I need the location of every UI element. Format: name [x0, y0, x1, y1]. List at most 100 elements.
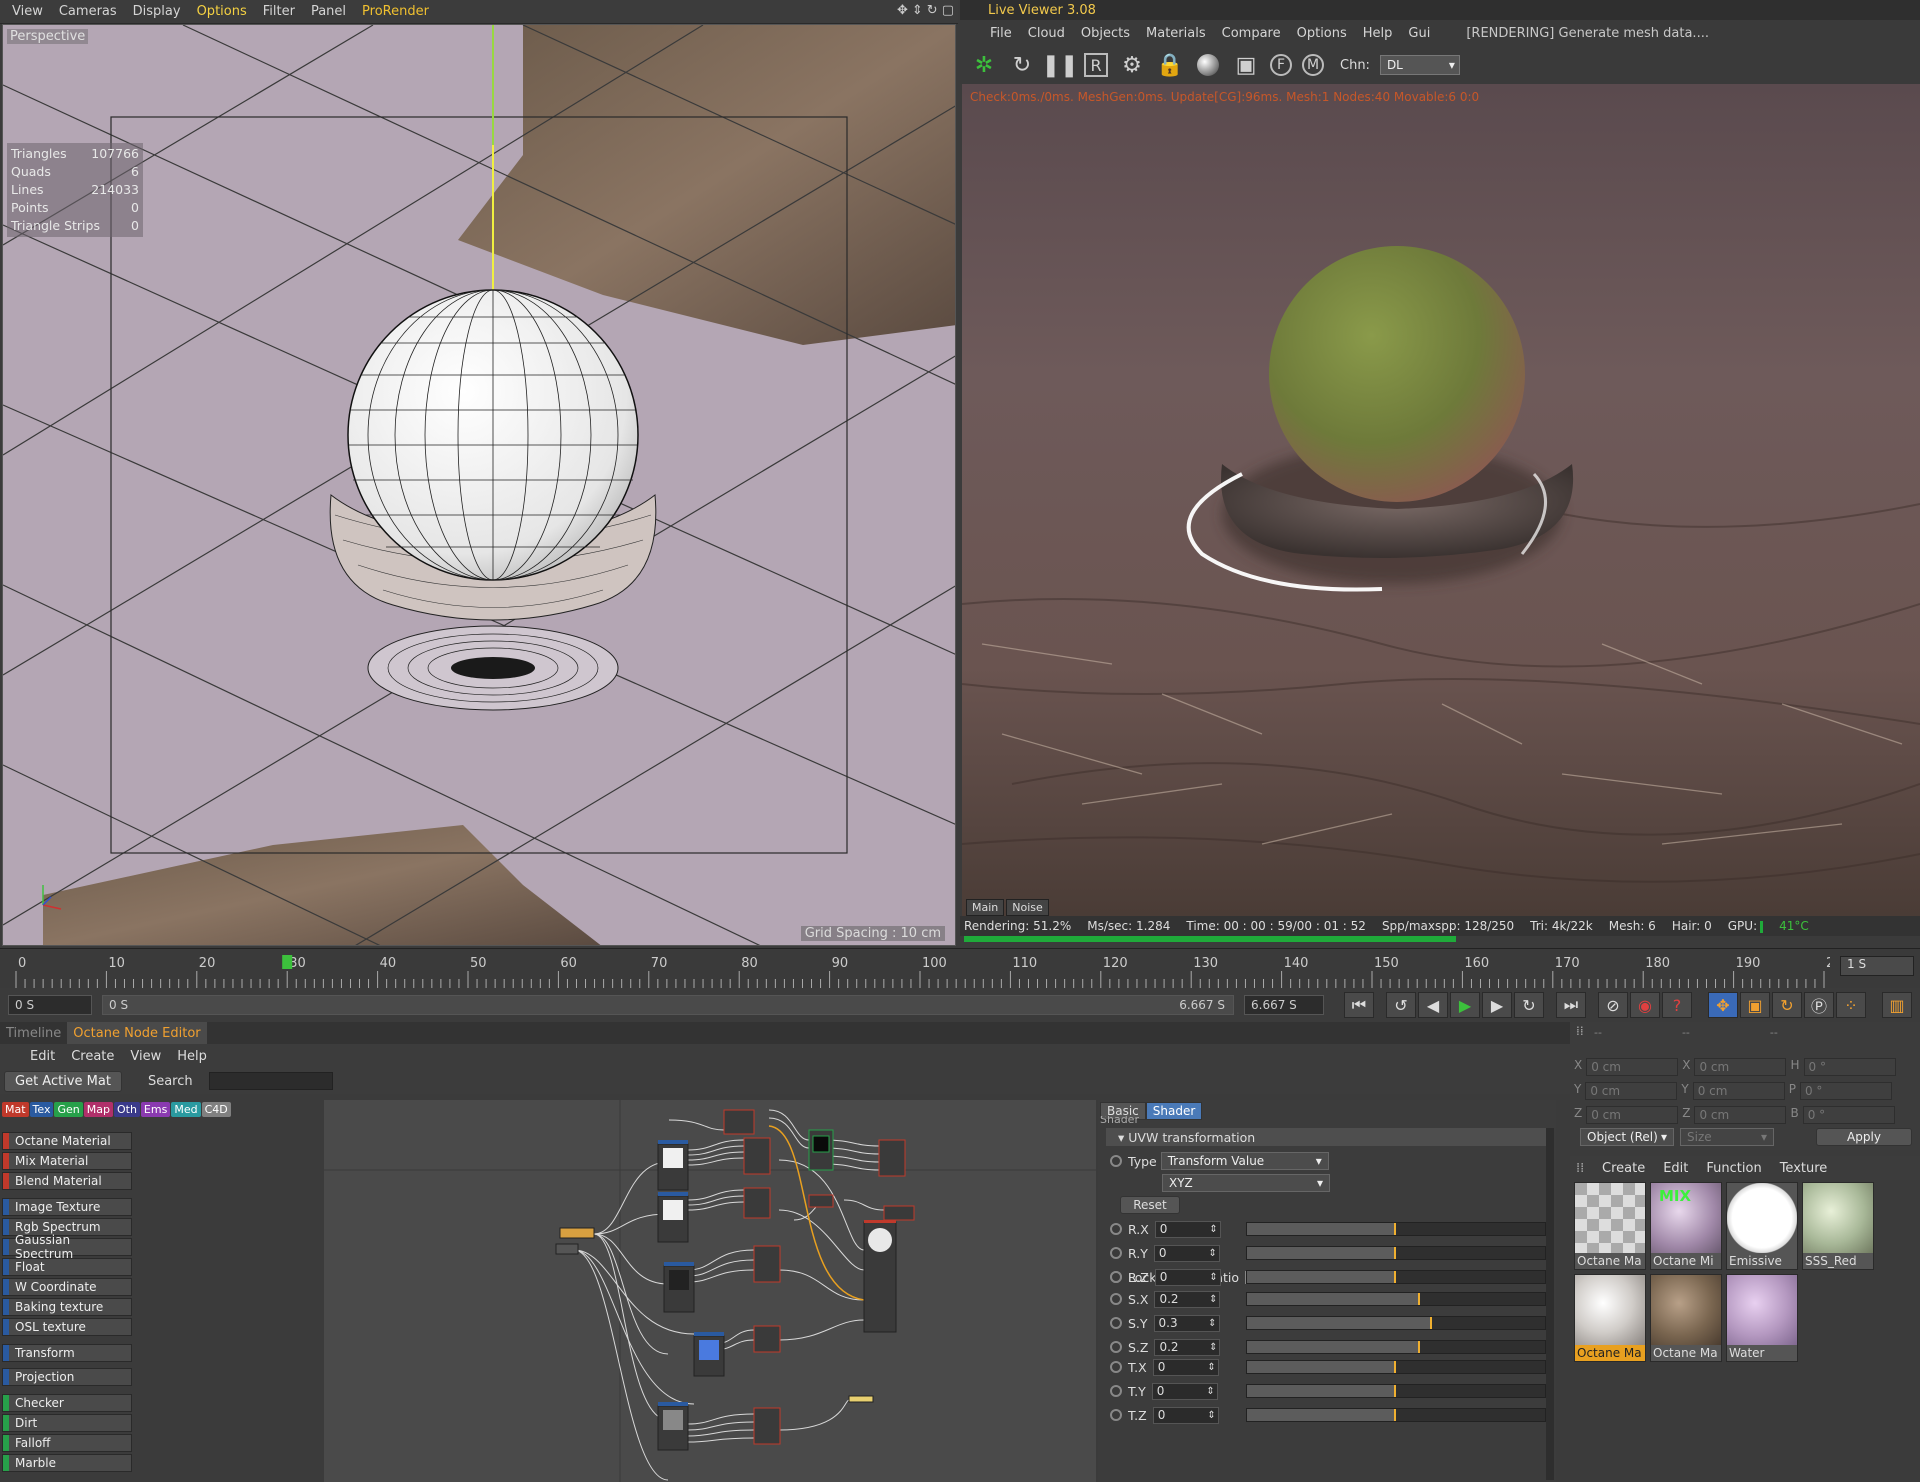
category-tab-oth[interactable]: Oth	[113, 1102, 140, 1117]
region-render-icon[interactable]: R	[1084, 53, 1108, 77]
param-value-field[interactable]: 0.2 ⇕	[1154, 1338, 1221, 1356]
send-scene-icon[interactable]: ✲	[970, 51, 998, 79]
category-tab-c4d[interactable]: C4D	[201, 1102, 231, 1117]
node-list-item[interactable]: Baking texture	[2, 1298, 132, 1316]
render-tab-noise[interactable]: Noise	[1006, 899, 1049, 916]
node-list-item[interactable]: Projection	[2, 1368, 132, 1386]
render-view[interactable]: Check:0ms./0ms. MeshGen:0ms. Update[CG]:…	[962, 84, 1920, 916]
animate-radio[interactable]	[1110, 1361, 1122, 1373]
node-list-item[interactable]: Mix Material	[2, 1152, 132, 1170]
viewport-menu-panel[interactable]: Panel	[311, 4, 346, 19]
category-tab-mat[interactable]: Mat	[2, 1102, 29, 1117]
material-white[interactable]: Octane Ma	[1574, 1274, 1646, 1362]
coord-field[interactable]: 0 cm	[1586, 1106, 1679, 1124]
perspective-viewport[interactable]: Perspective Triangles 107766 Quads 6 Lines 21…	[2, 24, 956, 946]
coord-size-select[interactable]: Size ▾	[1680, 1128, 1774, 1146]
param-value-field[interactable]: 0 ⇕	[1152, 1358, 1219, 1376]
live-viewer-menu-file[interactable]: File	[990, 26, 1012, 41]
go-to-start-icon[interactable]: ⏮	[1344, 992, 1374, 1018]
next-key-icon[interactable]: ↻	[1514, 992, 1544, 1018]
param-value-field[interactable]: 0 ⇕	[1152, 1406, 1219, 1424]
category-tab-ems[interactable]: Ems	[140, 1102, 171, 1117]
coord-field[interactable]: 0 cm	[1694, 1106, 1787, 1124]
material-water[interactable]: Water	[1726, 1274, 1798, 1362]
material-menu-create[interactable]: Create	[1602, 1161, 1645, 1176]
next-frame-icon[interactable]: ▶	[1482, 992, 1512, 1018]
coord-field[interactable]: 0 cm	[1692, 1082, 1785, 1100]
viewport-menu-view[interactable]: View	[12, 4, 43, 19]
param-slider[interactable]	[1246, 1270, 1546, 1284]
material-preview-icon[interactable]	[1194, 51, 1222, 79]
search-input[interactable]	[208, 1072, 333, 1090]
time-range-slider[interactable]: 0 S 6.667 S	[102, 995, 1234, 1015]
node-list-item[interactable]: Dirt	[2, 1414, 132, 1432]
zoom-view-icon[interactable]: ⇕	[912, 3, 923, 18]
param-slider[interactable]	[1246, 1340, 1546, 1354]
param-value-field[interactable]: 0 ⇕	[1154, 1268, 1221, 1286]
node-graph-canvas[interactable]	[324, 1100, 1096, 1482]
focus-picker-icon[interactable]: F	[1270, 54, 1292, 76]
material-menu-function[interactable]: Function	[1706, 1161, 1761, 1176]
node-editor-menu-help[interactable]: Help	[177, 1049, 207, 1064]
param-slider[interactable]	[1246, 1408, 1546, 1422]
viewport-menu-filter[interactable]: Filter	[263, 4, 295, 19]
param-value-field[interactable]: 0 ⇕	[1153, 1244, 1220, 1262]
properties-scrollbar[interactable]	[1546, 1128, 1554, 1480]
live-viewer-menu-options[interactable]: Options	[1297, 26, 1347, 41]
material-ground[interactable]: Octane Ma	[1650, 1274, 1722, 1362]
coord-field[interactable]: 0 cm	[1586, 1058, 1679, 1076]
category-tab-med[interactable]: Med	[171, 1102, 201, 1117]
get-active-mat-button[interactable]: Get Active Mat	[4, 1070, 122, 1092]
coord-field[interactable]: 0 °	[1802, 1106, 1895, 1124]
keyframe-icon[interactable]: ⊘	[1598, 992, 1628, 1018]
material-menu-edit[interactable]: Edit	[1663, 1161, 1688, 1176]
move-key-icon[interactable]: ✥	[1708, 992, 1738, 1018]
timeline-ruler[interactable]: 0 10 20 30 40 50 60 70 80 90 100 110 120 130 140 150 160…	[0, 948, 1920, 990]
coord-field[interactable]: 0 °	[1799, 1082, 1892, 1100]
live-viewer-menu-objects[interactable]: Objects	[1081, 26, 1130, 41]
node-list-item[interactable]: W Coordinate	[2, 1278, 132, 1296]
node-list-item[interactable]: Octane Material	[2, 1132, 132, 1150]
animate-radio[interactable]	[1110, 1223, 1122, 1235]
settings-gear-icon[interactable]: ⚙	[1118, 51, 1146, 79]
animate-radio[interactable]	[1110, 1293, 1122, 1305]
node-list-item[interactable]: Gaussian Spectrum	[2, 1233, 132, 1261]
uvw-transformation-section[interactable]: ▾ UVW transformation	[1106, 1128, 1546, 1146]
live-viewer-menu-gui[interactable]: Gui	[1408, 26, 1430, 41]
node-list-item[interactable]: Transform	[2, 1344, 132, 1362]
animate-radio[interactable]	[1110, 1341, 1122, 1353]
param-value-field[interactable]: 0 ⇕	[1154, 1220, 1221, 1238]
reset-button[interactable]: Reset	[1120, 1196, 1180, 1214]
category-tab-map[interactable]: Map	[83, 1102, 113, 1117]
scheme-icon[interactable]: ▥	[1882, 992, 1912, 1018]
animate-radio[interactable]	[1110, 1155, 1122, 1167]
viewport-menu-options[interactable]: Options	[197, 4, 247, 19]
move-view-icon[interactable]: ✥	[897, 3, 908, 18]
category-tab-gen[interactable]: Gen	[54, 1102, 83, 1117]
node-list-item[interactable]: Marble	[2, 1454, 132, 1472]
pause-icon[interactable]: ❚❚	[1042, 51, 1079, 79]
category-tab-tex[interactable]: Tex	[29, 1102, 54, 1117]
node-editor-menu-edit[interactable]: Edit	[30, 1049, 55, 1064]
animate-radio[interactable]	[1110, 1385, 1122, 1397]
param-slider[interactable]	[1246, 1246, 1546, 1260]
material-sss[interactable]: SSS_Red	[1802, 1182, 1874, 1270]
go-to-end-icon[interactable]: ⏭	[1556, 992, 1586, 1018]
param-value-field[interactable]: 0.2 ⇕	[1154, 1290, 1221, 1308]
prop-tab-shader[interactable]: Shader	[1145, 1102, 1203, 1120]
coord-field[interactable]: 0 cm	[1694, 1058, 1787, 1076]
autokey-icon[interactable]: ?	[1662, 992, 1692, 1018]
live-viewer-menu-help[interactable]: Help	[1363, 26, 1393, 41]
pla-key-icon[interactable]: ⁘	[1836, 992, 1866, 1018]
current-time-field[interactable]: 1 S	[1840, 956, 1914, 976]
clay-mode-icon[interactable]: ▣	[1232, 51, 1260, 79]
animate-radio[interactable]	[1110, 1409, 1122, 1421]
type-select[interactable]: Transform Value ▾	[1160, 1152, 1329, 1170]
coord-mode-select[interactable]: Object (Rel) ▾	[1580, 1128, 1674, 1146]
node-editor-menu-view[interactable]: View	[130, 1049, 161, 1064]
animate-radio[interactable]	[1110, 1271, 1122, 1283]
rotate-view-icon[interactable]: ↻	[927, 3, 938, 18]
live-viewer-menu-materials[interactable]: Materials	[1146, 26, 1206, 41]
animate-radio[interactable]	[1110, 1317, 1122, 1329]
live-viewer-menu-compare[interactable]: Compare	[1222, 26, 1281, 41]
